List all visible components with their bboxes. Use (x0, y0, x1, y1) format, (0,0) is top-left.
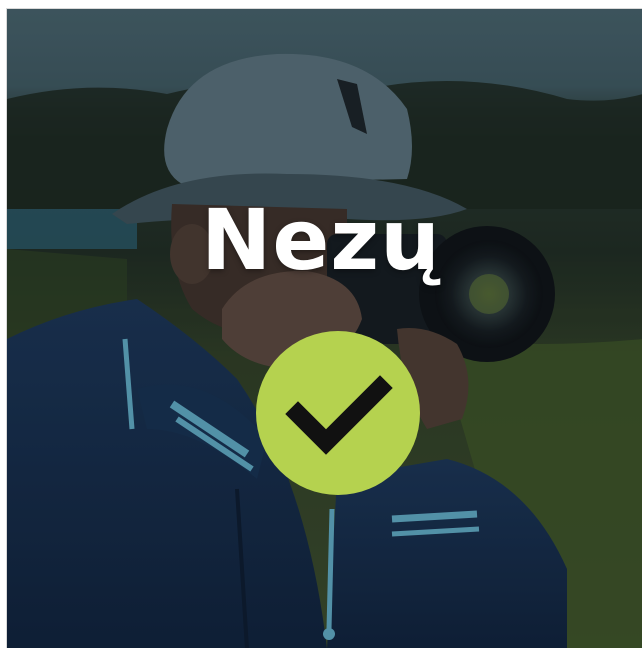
verify-button[interactable] (256, 331, 420, 495)
card: Nezų (0, 0, 642, 648)
card-title[interactable]: Nezų (0, 185, 642, 295)
checkmark-icon (285, 375, 393, 455)
photographer-image (6, 8, 642, 648)
